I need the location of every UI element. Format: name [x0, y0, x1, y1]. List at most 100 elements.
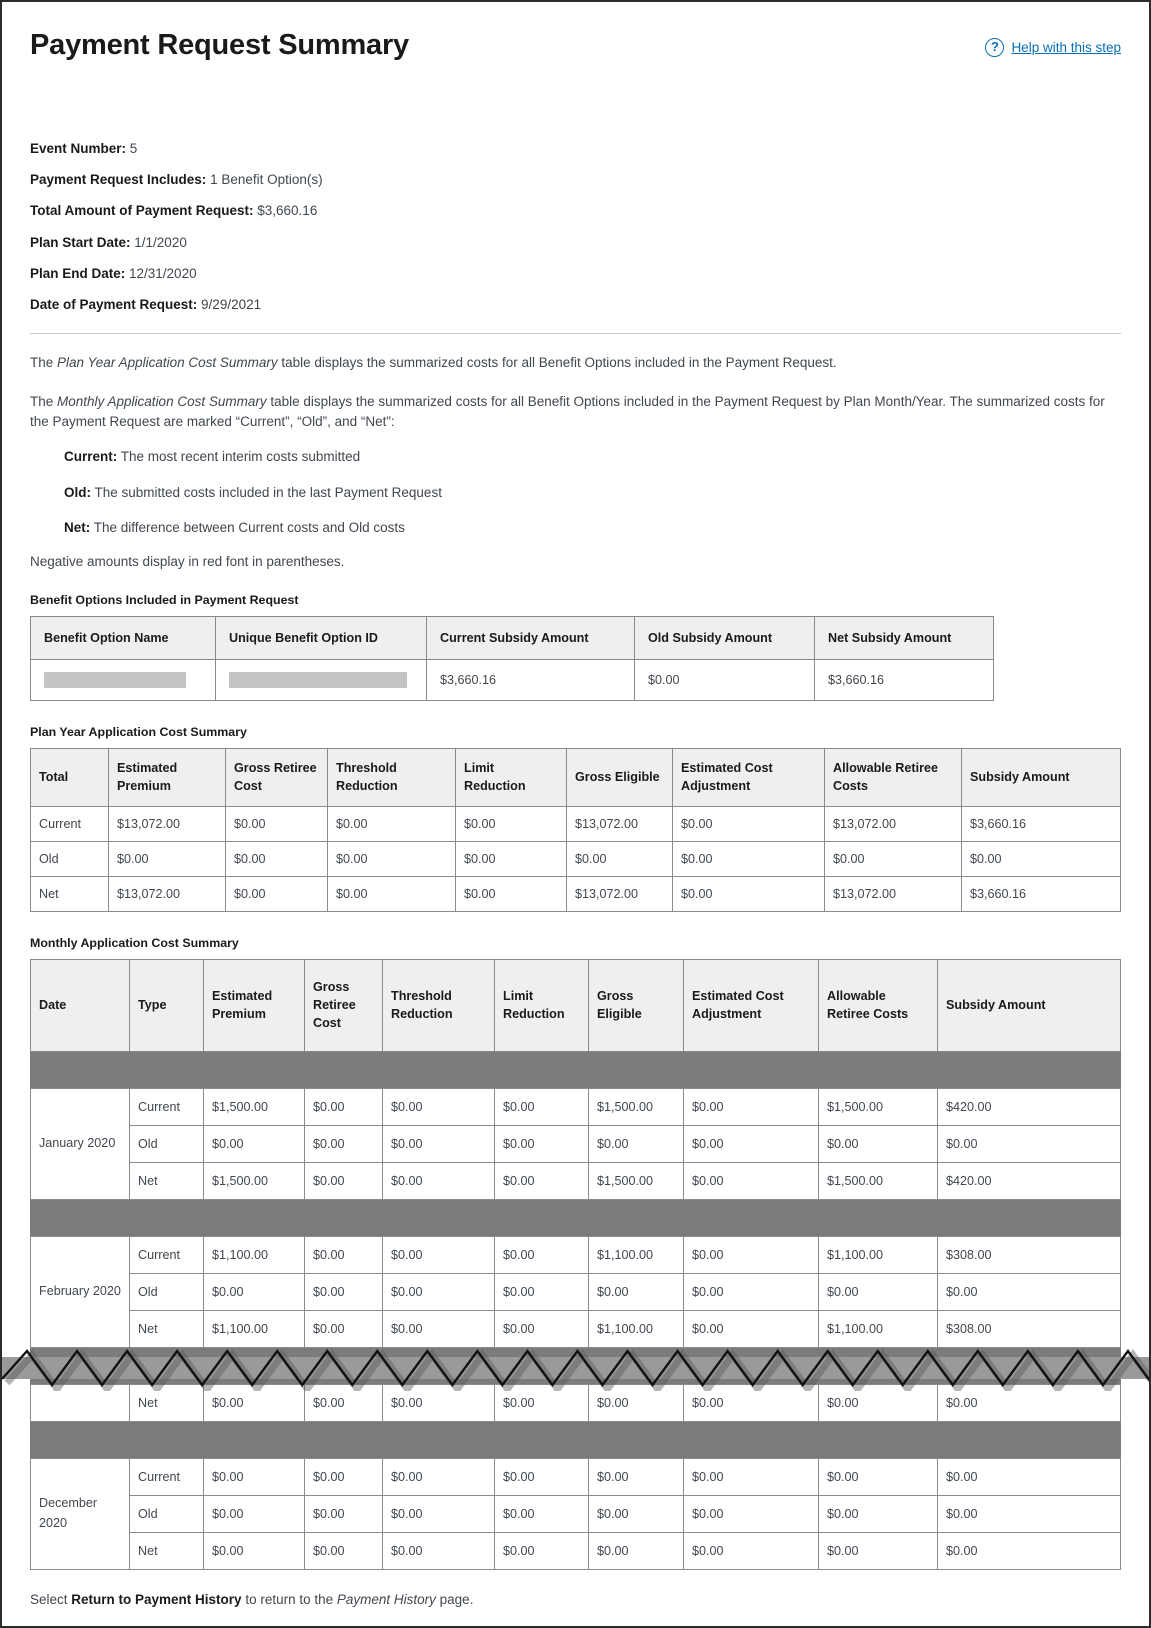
separator-bar: [30, 1420, 1121, 1459]
month-group-separator: [30, 1420, 1121, 1459]
column-header: Subsidy Amount: [937, 958, 1121, 1052]
document-page: Payment Request Summary ? Help with this…: [0, 0, 1151, 1628]
value-cell: $0.00: [683, 1494, 819, 1533]
row-type-cell: Current: [129, 1087, 204, 1126]
detail-label: Plan End Date:: [30, 265, 126, 281]
value-cell: $0.00: [494, 1087, 589, 1126]
value-cell: $13,072.00: [824, 805, 962, 842]
table-header-row: Benefit Option Name Unique Benefit Option…: [30, 615, 994, 661]
row-type-cell: Net: [129, 1309, 204, 1348]
value-cell: $0.00: [382, 1235, 495, 1274]
detail-row: Total Amount of Payment Request: $3,660.…: [30, 202, 1121, 219]
column-header: Estimated Cost Adjustment: [672, 748, 825, 807]
value-cell: $0.00: [961, 840, 1121, 877]
table-row: January 2020 Current $1,500.00 $0.00 $0.00 $0…: [30, 1087, 1121, 1200]
value-cell: $1,500.00: [588, 1087, 684, 1126]
value-cell: $0.00: [225, 840, 328, 877]
month-date-cell: February 2020: [30, 1235, 130, 1348]
month-table-caption: Monthly Application Cost Summary: [30, 935, 239, 950]
footer-emphasis: Payment History: [336, 1591, 436, 1607]
value-cell: $13,072.00: [108, 805, 226, 842]
plan-year-description: The Plan Year Application Cost Summary t…: [30, 353, 1121, 373]
value-cell: $0.00: [683, 1087, 819, 1126]
value-cell: $0.00: [937, 1457, 1121, 1496]
table-row: Old $0.00 $0.00 $0.00 $0.00 $0.00 $0.00 $0.00 $0…: [31, 1124, 1121, 1163]
column-header: Current Subsidy Amount: [426, 615, 635, 661]
table-row: Current $13,072.00 $0.00 $0.00 $0.00 $13,072.…: [30, 805, 1121, 842]
value-cell: $0.00: [683, 1457, 819, 1496]
value-cell: $0.00: [382, 1161, 495, 1200]
value-cell: $0.00: [304, 1457, 383, 1496]
value-cell: $1,100.00: [818, 1235, 938, 1274]
current-subsidy-cell: $3,660.16: [426, 659, 635, 702]
column-header: Net Subsidy Amount: [814, 615, 994, 661]
table-row: Old $0.00 $0.00 $0.00 $0.00 $0.00 $0.00 $0.00 $0…: [30, 840, 1121, 877]
value-cell: $0.00: [683, 1309, 819, 1348]
value-cell: $0.00: [382, 1124, 495, 1163]
detail-label: Date of Payment Request:: [30, 297, 198, 313]
row-type-cell: Current: [129, 1235, 204, 1274]
help-link-label: Help with this step: [1011, 40, 1121, 55]
row-type-cell: Old: [129, 1124, 204, 1163]
table-row: Old $0.00 $0.00 $0.00 $0.00 $0.00 $0.00 $0.00 $0…: [31, 1494, 1121, 1533]
value-cell: $420.00: [937, 1161, 1121, 1200]
para1-post: table displays the summarized costs for …: [277, 355, 837, 371]
help-with-this-step-link[interactable]: ? Help with this step: [985, 26, 1121, 57]
column-header: Gross Retiree Cost: [304, 958, 383, 1052]
value-cell: $0.00: [588, 1124, 684, 1163]
para2-emphasis: Monthly Application Cost Summary: [57, 394, 267, 410]
value-cell: $0.00: [455, 875, 567, 912]
page-title: Payment Request Summary: [30, 29, 409, 61]
month-group-separator: [30, 1050, 1121, 1089]
value-cell: $0.00: [304, 1235, 383, 1274]
column-header: Date: [30, 958, 130, 1052]
value-cell: $0.00: [304, 1383, 383, 1422]
value-cell: $0.00: [672, 875, 825, 912]
definition-term: Current:: [64, 449, 118, 465]
column-header: Old Subsidy Amount: [634, 615, 815, 661]
column-header: Threshold Reduction: [327, 748, 456, 807]
value-cell: $1,500.00: [588, 1161, 684, 1200]
value-cell: $0.00: [327, 805, 456, 842]
column-header: Threshold Reduction: [382, 958, 495, 1052]
value-cell: $0.00: [824, 840, 962, 877]
value-cell: $0.00: [818, 1383, 938, 1422]
separator-bar: [30, 1198, 1121, 1237]
value-cell: $0.00: [327, 840, 456, 877]
detail-value: 1 Benefit Option(s): [206, 172, 323, 188]
detail-value: 1/1/2020: [130, 234, 187, 250]
para2-pre: The: [30, 394, 58, 410]
separator-bar: [30, 1346, 1121, 1385]
old-subsidy-cell: $0.00: [634, 659, 815, 702]
value-cell: $0.00: [818, 1124, 938, 1163]
detail-row: Plan Start Date: 1/1/2020: [30, 234, 1121, 251]
value-cell: $0.00: [203, 1457, 305, 1496]
table-row: Old $0.00 $0.00 $0.00 $0.00 $0.00 $0.00 $0.00 $0…: [31, 1272, 1121, 1311]
detail-row: Date of Payment Request: 9/29/2021: [30, 296, 1121, 313]
value-cell: $0.00: [203, 1531, 305, 1570]
value-cell: $0.00: [588, 1272, 684, 1311]
redaction-box: [44, 672, 186, 689]
row-type-cell: Current: [129, 1457, 204, 1496]
value-cell: $0.00: [683, 1383, 819, 1422]
month-date-cell: [30, 1383, 130, 1422]
value-cell: $1,100.00: [588, 1235, 684, 1274]
value-cell: $13,072.00: [566, 875, 673, 912]
benefit-option-id-cell: [215, 659, 427, 702]
value-cell: $0.00: [494, 1494, 589, 1533]
column-header: Total: [30, 748, 109, 807]
month-group-separator: [30, 1198, 1121, 1237]
monthly-application-cost-summary-table: Date Type Estimated Premium Gross Retiree C…: [30, 958, 1121, 1570]
value-cell: $1,100.00: [203, 1235, 305, 1274]
column-header: Gross Retiree Cost: [225, 748, 328, 807]
value-cell: $0.00: [225, 805, 328, 842]
value-cell: $0.00: [304, 1161, 383, 1200]
column-header: Unique Benefit Option ID: [215, 615, 427, 661]
row-type-cell: Old: [30, 840, 109, 877]
value-cell: $1,500.00: [818, 1161, 938, 1200]
value-cell: $0.00: [494, 1309, 589, 1348]
definition-description: The submitted costs included in the last…: [91, 484, 442, 500]
value-cell: $0.00: [566, 840, 673, 877]
table-row: Net $1,100.00 $0.00 $0.00 $0.00 $1,100.00 $0.0…: [31, 1309, 1121, 1348]
value-cell: $0.00: [455, 805, 567, 842]
